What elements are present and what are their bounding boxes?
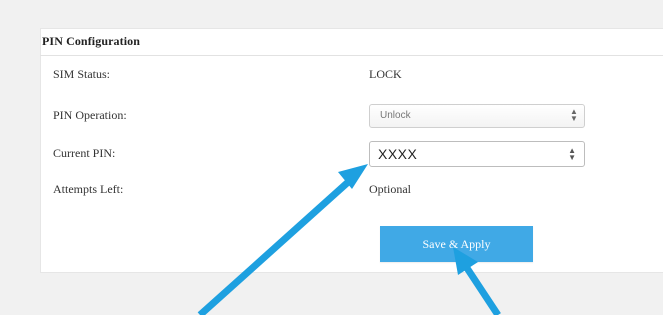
current-pin-input[interactable]: XXXX ▲ ▼ bbox=[369, 141, 585, 167]
sim-status-value: LOCK bbox=[369, 67, 402, 81]
attempts-left-label: Attempts Left: bbox=[53, 182, 124, 196]
chevron-updown-icon: ▲ ▼ bbox=[568, 146, 576, 162]
pin-operation-select[interactable]: Unlock ▲ ▼ bbox=[369, 104, 585, 128]
panel-header: PIN Configuration bbox=[40, 28, 663, 56]
pin-operation-label: PIN Operation: bbox=[53, 108, 127, 122]
page: PIN Configuration SIM Status: LOCK PIN O… bbox=[0, 0, 663, 315]
current-pin-value: XXXX bbox=[378, 146, 418, 162]
save-apply-button[interactable]: Save & Apply bbox=[380, 226, 533, 262]
chevron-updown-icon: ▲ ▼ bbox=[570, 107, 578, 123]
pin-operation-selected: Unlock bbox=[380, 110, 411, 121]
attempts-left-value: Optional bbox=[369, 182, 411, 196]
current-pin-label: Current PIN: bbox=[53, 146, 116, 160]
section-title: PIN Configuration bbox=[42, 34, 141, 48]
sim-status-label: SIM Status: bbox=[53, 67, 111, 81]
